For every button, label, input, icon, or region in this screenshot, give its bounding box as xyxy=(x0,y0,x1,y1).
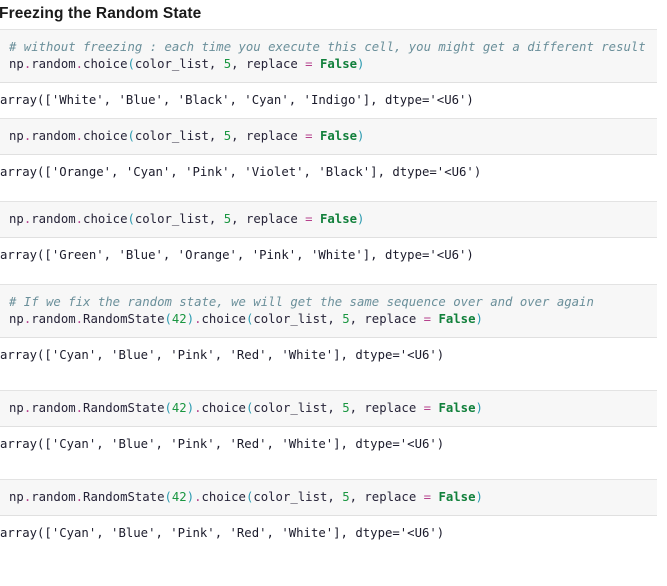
code-output-area: array(['White', 'Blue', 'Black', 'Cyan',… xyxy=(0,83,657,118)
output-text: array(['Green', 'Blue', 'Orange', 'Pink'… xyxy=(0,248,474,262)
notebook-cell: np.random.choice(color_list, 5, replace … xyxy=(0,118,667,201)
code-comment-line: # without freezing : each time you execu… xyxy=(9,40,646,54)
code-source-line: np.random.RandomState(42).choice(color_l… xyxy=(9,401,483,415)
code-source-line: np.random.choice(color_list, 5, replace … xyxy=(9,129,365,143)
output-text: array(['White', 'Blue', 'Black', 'Cyan',… xyxy=(0,93,474,107)
output-text: array(['Cyan', 'Blue', 'Pink', 'Red', 'W… xyxy=(0,348,445,362)
cell-gap xyxy=(0,373,667,390)
notebook-cell: np.random.RandomState(42).choice(color_l… xyxy=(0,390,667,479)
code-input-area[interactable]: # without freezing : each time you execu… xyxy=(0,29,657,83)
output-text: array(['Cyan', 'Blue', 'Pink', 'Red', 'W… xyxy=(0,526,445,540)
notebook-cell: # If we fix the random state, we will ge… xyxy=(0,284,667,390)
notebook-document: Freezing the Random State # without free… xyxy=(0,0,667,551)
notebook-cell: np.random.RandomState(42).choice(color_l… xyxy=(0,479,667,551)
code-output-area: array(['Cyan', 'Blue', 'Pink', 'Red', 'W… xyxy=(0,338,657,373)
cell-gap xyxy=(0,273,667,284)
code-output-area: array(['Cyan', 'Blue', 'Pink', 'Red', 'W… xyxy=(0,516,657,551)
code-input-area[interactable]: # If we fix the random state, we will ge… xyxy=(0,284,657,338)
code-output-area: array(['Cyan', 'Blue', 'Pink', 'Red', 'W… xyxy=(0,427,657,462)
code-input-area[interactable]: np.random.RandomState(42).choice(color_l… xyxy=(0,390,657,427)
code-source-line: np.random.choice(color_list, 5, replace … xyxy=(9,57,365,71)
code-source-line: np.random.choice(color_list, 5, replace … xyxy=(9,212,365,226)
cell-gap xyxy=(0,190,667,201)
code-input-area[interactable]: np.random.choice(color_list, 5, replace … xyxy=(0,118,657,155)
cell-gap xyxy=(0,462,667,479)
notebook-cell: np.random.choice(color_list, 5, replace … xyxy=(0,201,667,284)
code-comment-line: # If we fix the random state, we will ge… xyxy=(9,295,594,309)
code-input-area[interactable]: np.random.choice(color_list, 5, replace … xyxy=(0,201,657,238)
notebook-cell: # without freezing : each time you execu… xyxy=(0,29,667,118)
code-source-line: np.random.RandomState(42).choice(color_l… xyxy=(9,312,483,326)
page-title: Freezing the Random State xyxy=(0,5,202,22)
code-source-line: np.random.RandomState(42).choice(color_l… xyxy=(9,490,483,504)
code-output-area: array(['Orange', 'Cyan', 'Pink', 'Violet… xyxy=(0,155,657,190)
code-output-area: array(['Green', 'Blue', 'Orange', 'Pink'… xyxy=(0,238,657,273)
output-text: array(['Orange', 'Cyan', 'Pink', 'Violet… xyxy=(0,165,482,179)
output-text: array(['Cyan', 'Blue', 'Pink', 'Red', 'W… xyxy=(0,437,445,451)
code-input-area[interactable]: np.random.RandomState(42).choice(color_l… xyxy=(0,479,657,516)
